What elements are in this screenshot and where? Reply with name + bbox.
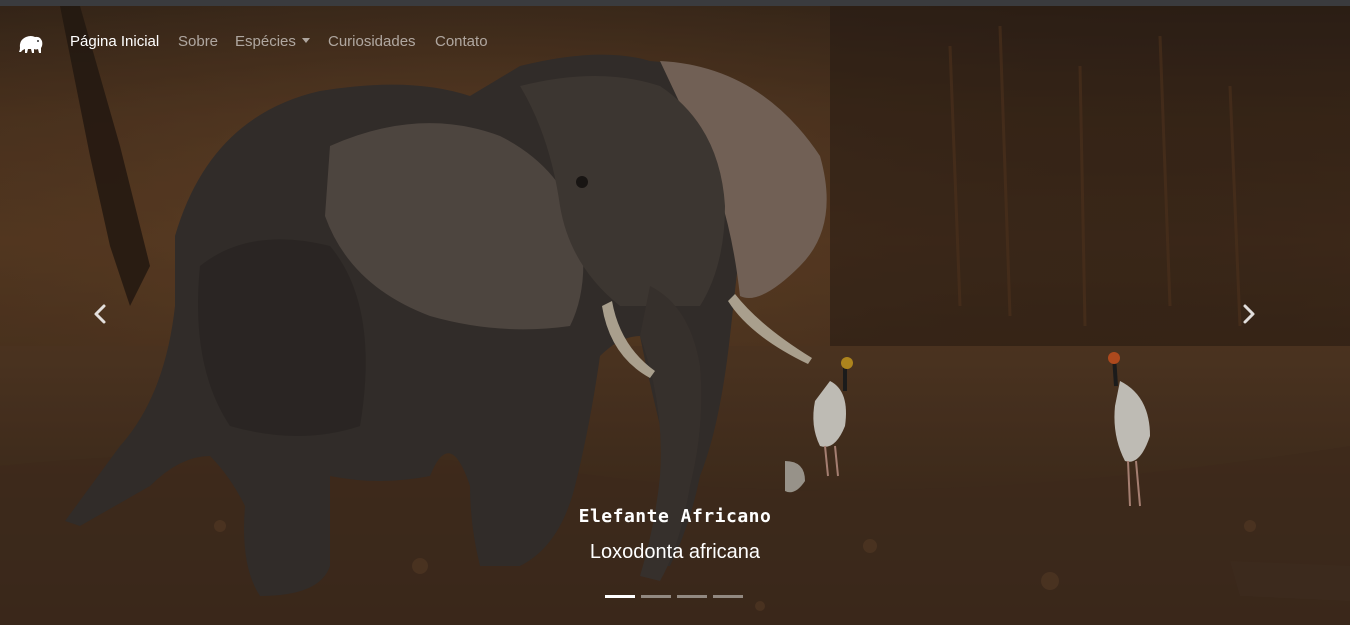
nav-species-dropdown[interactable]: Espécies [235, 33, 310, 50]
nav-about[interactable]: Sobre [178, 33, 218, 50]
carousel-next-button[interactable] [1236, 302, 1260, 326]
nav-home[interactable]: Página Inicial [70, 33, 159, 50]
nav-curiosities[interactable]: Curiosidades [328, 33, 416, 50]
carousel-indicators [605, 595, 743, 598]
chevron-left-icon [94, 304, 106, 324]
slide-caption-title: Elefante Africano [578, 506, 772, 527]
elephant-icon[interactable] [16, 28, 46, 58]
carousel-indicator-4[interactable] [713, 595, 743, 598]
nav-species-label: Espécies [235, 33, 296, 50]
carousel-indicator-2[interactable] [641, 595, 671, 598]
carousel-indicator-3[interactable] [677, 595, 707, 598]
dark-overlay [0, 6, 1350, 625]
carousel-prev-button[interactable] [89, 302, 113, 326]
hero-carousel: Página Inicial Sobre Espécies Curiosidad… [0, 6, 1350, 625]
caret-down-icon [301, 38, 310, 43]
slide-caption-subtitle: Loxodonta africana [589, 541, 761, 563]
chevron-right-icon [1243, 304, 1255, 324]
nav-contact[interactable]: Contato [435, 33, 488, 50]
carousel-indicator-1[interactable] [605, 595, 635, 598]
